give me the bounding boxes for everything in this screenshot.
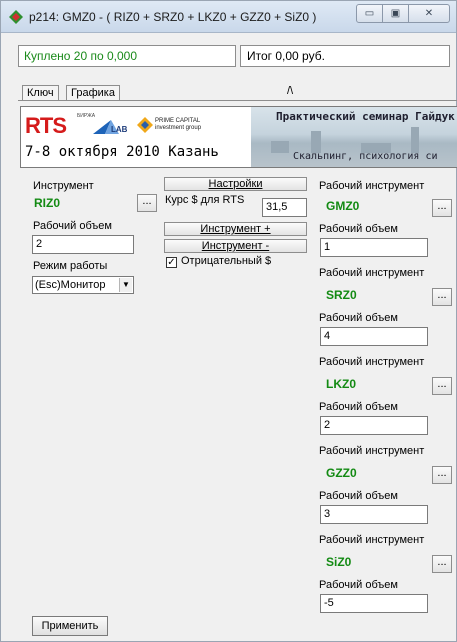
working-volume-label: Рабочий объем xyxy=(319,579,398,591)
status-row: Куплено 20 по 0,000 Итог 0,00 руб. xyxy=(18,45,450,67)
bought-status: Куплено 20 по 0,000 xyxy=(18,45,236,67)
instrument-select-button[interactable]: ... xyxy=(137,194,157,212)
window-controls: ▭ ▣ ✕ xyxy=(356,4,450,24)
total-status: Итог 0,00 руб. xyxy=(240,45,450,67)
minimize-icon: ▭ xyxy=(364,8,375,19)
working-instrument-code: GZZ0 xyxy=(326,466,357,480)
tab-graphics[interactable]: Графика xyxy=(66,85,120,100)
app-diamond-icon xyxy=(9,10,23,24)
working-instrument-label: Рабочий инструмент xyxy=(319,445,425,457)
working-volume-input[interactable]: 2 xyxy=(320,416,428,435)
instrument-minus-button[interactable]: Инструмент - xyxy=(164,239,307,253)
prime-capital-icon xyxy=(137,117,153,133)
working-volume-input[interactable]: -5 xyxy=(320,594,428,613)
advertising-banner[interactable]: RTS БИРЖА LAB PRIME CAPITAL investment g… xyxy=(20,106,457,168)
window-title: p214: GMZ0 - ( RIZ0 + SRZ0 + LKZ0 + GZZ0… xyxy=(29,10,317,24)
instrument-code: RIZ0 xyxy=(34,196,61,210)
working-instrument-label: Рабочий инструмент xyxy=(319,267,425,279)
working-instrument-code: GMZ0 xyxy=(326,199,360,213)
rate-input[interactable]: 31,5 xyxy=(262,198,307,217)
app-window: p214: GMZ0 - ( RIZ0 + SRZ0 + LKZ0 + GZZ0… xyxy=(0,0,457,642)
rate-label: Курс $ для RTS xyxy=(165,194,245,206)
working-volume-input[interactable]: 1 xyxy=(320,238,428,257)
maximize-button[interactable]: ▣ xyxy=(382,4,409,23)
negative-dollar-checkbox[interactable]: ✓ xyxy=(166,257,177,268)
instrument-label: Инструмент xyxy=(33,180,94,192)
mode-select[interactable]: (Esc)Монитор ▼ xyxy=(32,276,134,294)
splitter-caret[interactable]: /\ xyxy=(287,85,293,97)
prime-capital-text: PRIME CAPITAL investment group xyxy=(155,118,202,131)
tab-key[interactable]: Ключ xyxy=(22,85,59,100)
instrument-plus-button[interactable]: Инструмент + xyxy=(164,222,307,236)
minimize-button[interactable]: ▭ xyxy=(356,4,383,23)
working-volume-label: Рабочий объем xyxy=(319,312,398,324)
working-volume-label: Рабочий объем xyxy=(319,490,398,502)
working-instrument-select-button[interactable]: ... xyxy=(432,377,452,395)
working-instrument-label: Рабочий инструмент xyxy=(319,356,425,368)
title-bar[interactable]: p214: GMZ0 - ( RIZ0 + SRZ0 + LKZ0 + GZZ0… xyxy=(1,1,456,33)
close-button[interactable]: ✕ xyxy=(408,4,450,23)
negative-dollar-label: Отрицательный $ xyxy=(181,255,272,267)
banner-headline: Практический семинар Гайдук xyxy=(276,110,455,123)
working-instrument-select-button[interactable]: ... xyxy=(432,288,452,306)
working-instrument-select-button[interactable]: ... xyxy=(432,466,452,484)
volume-label: Рабочий объем xyxy=(33,220,112,232)
tab-bar: Ключ Графика /\ xyxy=(18,85,457,101)
banner-date: 7-8 октября 2010 Казань xyxy=(25,144,219,160)
working-instrument-code: SRZ0 xyxy=(326,288,357,302)
mode-select-value: (Esc)Монитор xyxy=(35,279,106,291)
working-instrument-code: LKZ0 xyxy=(326,377,356,391)
rts-logo: RTS xyxy=(25,113,67,138)
chevron-down-icon[interactable]: ▼ xyxy=(119,278,132,292)
working-volume-input[interactable]: 3 xyxy=(320,505,428,524)
volume-input[interactable]: 2 xyxy=(32,235,134,254)
maximize-icon: ▣ xyxy=(390,8,401,19)
working-instrument-label: Рабочий инструмент xyxy=(319,180,425,192)
working-instrument-select-button[interactable]: ... xyxy=(432,199,452,217)
mode-label: Режим работы xyxy=(33,260,108,272)
apply-button[interactable]: Применить xyxy=(32,616,108,636)
banner-subline: Скальпинг, психология си xyxy=(293,151,438,162)
working-volume-label: Рабочий объем xyxy=(319,401,398,413)
working-volume-label: Рабочий объем xyxy=(319,223,398,235)
working-instrument-select-button[interactable]: ... xyxy=(432,555,452,573)
close-icon: ✕ xyxy=(424,8,434,19)
working-instrument-label: Рабочий инструмент xyxy=(319,534,425,546)
slab-logo-text: LAB xyxy=(111,125,128,134)
working-instrument-code: SiZ0 xyxy=(326,555,352,569)
working-volume-input[interactable]: 4 xyxy=(320,327,428,346)
settings-button[interactable]: Настройки xyxy=(164,177,307,191)
